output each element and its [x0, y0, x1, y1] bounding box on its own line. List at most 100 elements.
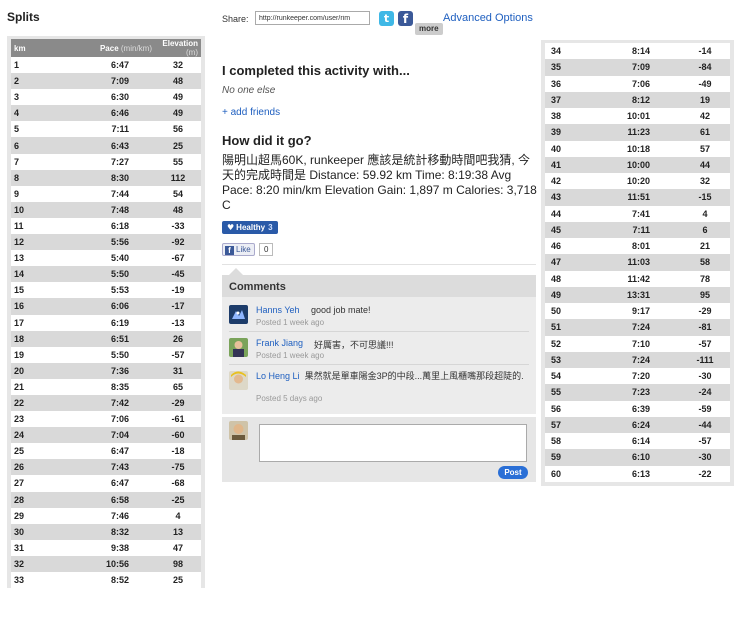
- split-km: 9: [11, 185, 49, 202]
- split-elevation: 4: [155, 507, 201, 524]
- split-km: 58: [545, 433, 587, 450]
- split-row: 43 11:51 -15: [545, 189, 730, 206]
- split-elevation: 57: [680, 140, 730, 157]
- split-row: 7 7:27 55: [11, 153, 201, 170]
- split-pace: 5:50: [49, 346, 155, 363]
- split-elevation: -22: [680, 465, 730, 482]
- facebook-icon[interactable]: f: [398, 11, 413, 26]
- split-elevation: 49: [155, 89, 201, 106]
- share-url-input[interactable]: [255, 11, 370, 25]
- split-pace: 9:38: [49, 539, 155, 556]
- split-km: 10: [11, 201, 49, 218]
- split-row: 37 8:12 19: [545, 91, 730, 108]
- split-km: 31: [11, 539, 49, 556]
- avatar[interactable]: [229, 305, 248, 324]
- split-row: 19 5:50 -57: [11, 346, 201, 363]
- split-row: 44 7:41 4: [545, 205, 730, 222]
- split-km: 44: [545, 205, 587, 222]
- split-elevation: 31: [155, 362, 201, 379]
- comment-author[interactable]: Hanns Yeh: [256, 305, 300, 315]
- split-pace: 7:42: [49, 394, 155, 412]
- more-button[interactable]: more: [415, 23, 443, 35]
- split-pace: 7:46: [49, 507, 155, 524]
- split-pace: 8:35: [49, 378, 155, 395]
- post-button[interactable]: Post: [498, 466, 528, 479]
- split-row: 42 10:20 32: [545, 173, 730, 190]
- split-km: 40: [545, 140, 587, 157]
- split-km: 38: [545, 108, 587, 125]
- split-elevation: 112: [155, 169, 201, 186]
- split-row: 5 7:11 56: [11, 121, 201, 138]
- twitter-icon[interactable]: t: [379, 11, 394, 26]
- split-km: 16: [11, 298, 49, 315]
- split-elevation: -75: [155, 459, 201, 476]
- split-km: 50: [545, 303, 587, 320]
- split-row: 15 5:53 -19: [11, 282, 201, 299]
- split-pace: 7:09: [49, 73, 155, 90]
- split-row: 47 11:03 58: [545, 254, 730, 271]
- split-km: 19: [11, 346, 49, 363]
- like-count: 0: [259, 243, 274, 256]
- split-pace: 6:47: [49, 475, 155, 492]
- healthy-button[interactable]: ♥ Healthy 3: [222, 221, 278, 234]
- share-label: Share:: [222, 14, 249, 24]
- split-row: 35 7:09 -84: [545, 59, 730, 76]
- facebook-like-button[interactable]: f Like: [222, 243, 255, 256]
- no-one-else-text: No one else: [222, 85, 276, 96]
- split-km: 34: [545, 43, 587, 60]
- split-elevation: 6: [680, 221, 730, 238]
- split-km: 32: [11, 555, 49, 572]
- split-pace: 10:18: [587, 140, 680, 157]
- split-pace: 11:03: [587, 254, 680, 271]
- split-elevation: 25: [155, 137, 201, 154]
- split-km: 17: [11, 314, 49, 331]
- comment-author[interactable]: Lo Heng Li: [256, 371, 300, 381]
- split-km: 53: [545, 351, 587, 368]
- split-pace: 6:18: [49, 217, 155, 235]
- split-elevation: 13: [155, 523, 201, 540]
- split-row: 11 6:18 -33: [11, 217, 201, 235]
- split-pace: 10:01: [587, 108, 680, 125]
- split-elevation: 32: [680, 173, 730, 190]
- split-pace: 6:24: [587, 416, 680, 433]
- split-row: 20 7:36 31: [11, 362, 201, 379]
- comments-caret: [229, 268, 243, 275]
- split-pace: 9:17: [587, 303, 680, 320]
- split-elevation: 47: [155, 539, 201, 556]
- split-pace: 7:04: [49, 427, 155, 444]
- split-row: 36 7:06 -49: [545, 75, 730, 92]
- split-elevation: -57: [680, 433, 730, 450]
- avatar[interactable]: [229, 371, 248, 390]
- split-row: 49 13:31 95: [545, 286, 730, 303]
- split-elevation: 95: [680, 286, 730, 303]
- split-row: 25 6:47 -18: [11, 443, 201, 460]
- split-row: 57 6:24 -44: [545, 416, 730, 433]
- add-friends-link[interactable]: + add friends: [222, 107, 280, 118]
- split-elevation: 42: [680, 108, 730, 125]
- split-row: 53 7:24 -111: [545, 351, 730, 368]
- split-row: 54 7:20 -30: [545, 368, 730, 385]
- split-km: 30: [11, 523, 49, 540]
- split-km: 45: [545, 221, 587, 238]
- facebook-small-icon: f: [225, 246, 234, 255]
- split-elevation: 58: [680, 254, 730, 271]
- split-pace: 6:30: [49, 89, 155, 106]
- comment-time: Posted 5 days ago: [256, 394, 323, 403]
- split-elevation: -92: [155, 234, 201, 251]
- header-km: km: [11, 39, 49, 57]
- advanced-options-link[interactable]: Advanced Options: [443, 12, 533, 24]
- comment-author[interactable]: Frank Jiang: [256, 338, 303, 348]
- split-row: 3 6:30 49: [11, 89, 201, 106]
- avatar[interactable]: [229, 338, 248, 357]
- split-km: 12: [11, 234, 49, 251]
- split-row: 50 9:17 -29: [545, 303, 730, 320]
- splits-heading: Splits: [7, 10, 40, 24]
- comment-input[interactable]: [259, 424, 527, 462]
- split-elevation: 32: [155, 57, 201, 74]
- split-row: 41 10:00 44: [545, 156, 730, 173]
- split-elevation: 78: [680, 270, 730, 287]
- split-pace: 10:56: [49, 555, 155, 572]
- split-elevation: -13: [155, 314, 201, 331]
- split-pace: 13:31: [587, 286, 680, 303]
- split-row: 30 8:32 13: [11, 523, 201, 540]
